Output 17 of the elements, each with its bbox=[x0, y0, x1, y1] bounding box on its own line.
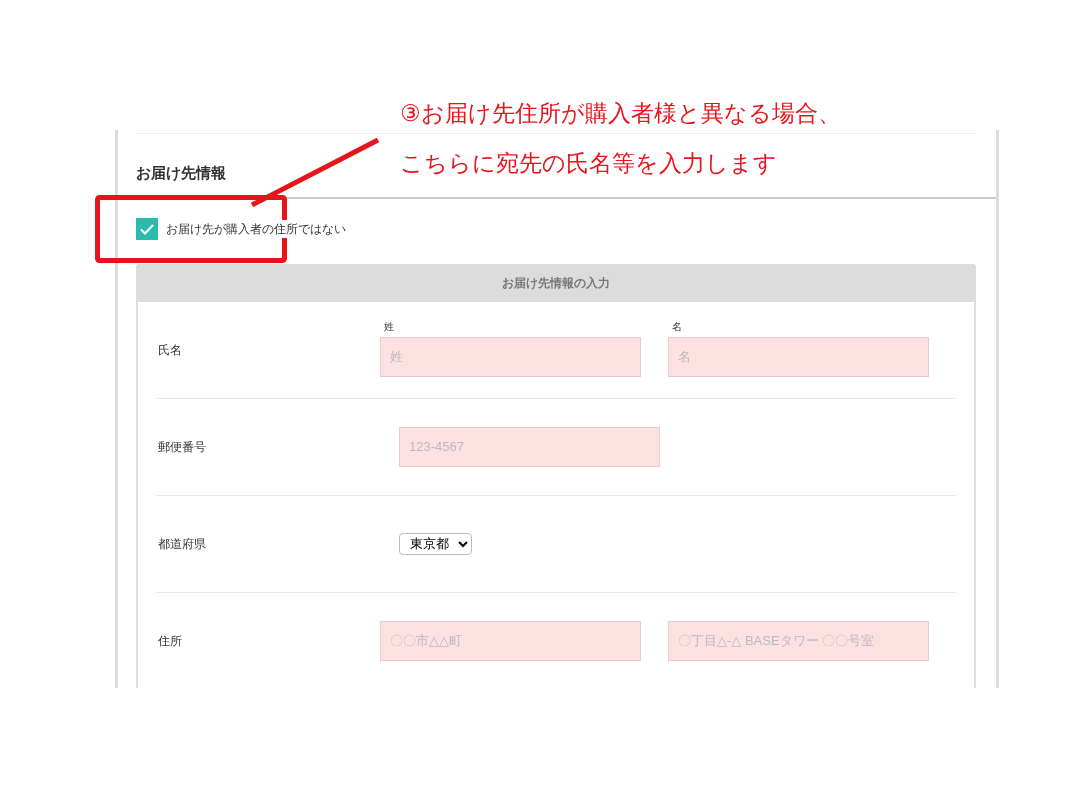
panel-header: お届け先情報の入力 bbox=[138, 263, 974, 302]
input-field[interactable]: 名 bbox=[668, 336, 929, 377]
checkbox[interactable] bbox=[136, 218, 158, 240]
field-caption: 名 bbox=[671, 319, 682, 334]
checkmark-icon bbox=[140, 223, 154, 235]
checkbox-label: お届け先が購入者の住所ではない bbox=[166, 220, 346, 238]
field-label: 郵便番号 bbox=[157, 438, 207, 456]
field-caption: 姓 bbox=[383, 319, 394, 334]
select-field[interactable]: 東京都 bbox=[399, 532, 472, 555]
field-label: 都道府県 bbox=[157, 535, 207, 553]
field-label: 住所 bbox=[157, 632, 183, 650]
annotation-text: ③お届け先住所が購入者様と異なる場合、 bbox=[400, 99, 841, 128]
input-field[interactable]: 姓 bbox=[380, 336, 641, 377]
section-title: お届け先情報 bbox=[136, 163, 226, 183]
field-label: 氏名 bbox=[157, 341, 183, 359]
input-field[interactable]: 123-4567 bbox=[399, 426, 660, 467]
annotation-text: こちらに宛先の氏名等を入力します bbox=[400, 149, 778, 178]
